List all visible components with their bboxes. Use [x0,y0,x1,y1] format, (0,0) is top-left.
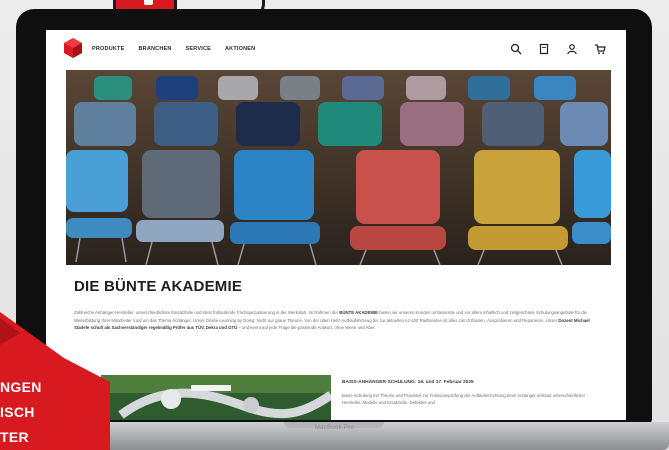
ribbon-text-line-3: TER [0,429,29,445]
laptop-label: MacBook Pro [314,425,355,431]
ribbon-text-line-2: ISCH [0,404,35,420]
nav-produkte[interactable]: PRODUKTE [92,46,124,52]
header-icons [510,42,606,55]
account-icon[interactable] [566,42,578,55]
hero-image [66,70,611,265]
course-thumbnail [101,375,331,420]
search-icon[interactable] [510,42,522,55]
main-nav: PRODUKTE BRANCHEN SERVICE AKTIONEN [92,46,255,52]
laptop-screen: PRODUKTE BRANCHEN SERVICE AKTIONEN DIE B… [46,30,626,420]
brand-logo-icon[interactable] [64,38,82,58]
intro-paragraph: Zahlreiche Anhänger-Hersteller, untersch… [74,310,590,330]
nav-aktionen[interactable]: AKTIONEN [225,46,255,52]
page-headline: DIE BÜNTE AKADEMIE [74,278,243,295]
top-red-mark [144,0,153,5]
document-icon[interactable] [538,42,550,55]
course-title[interactable]: BASIS-ANHÄNGER-SCHULUNG: 16. und 17. Feb… [342,380,474,385]
site-header: PRODUKTE BRANCHEN SERVICE AKTIONEN [46,30,626,68]
ribbon-text-line-1: NGEN [0,379,42,395]
course-description: Basis-Schulung mit Theorie und Praxistei… [342,393,586,406]
nav-service[interactable]: SERVICE [186,46,211,52]
nav-branchen[interactable]: BRANCHEN [138,46,171,52]
cart-icon[interactable] [594,42,606,55]
